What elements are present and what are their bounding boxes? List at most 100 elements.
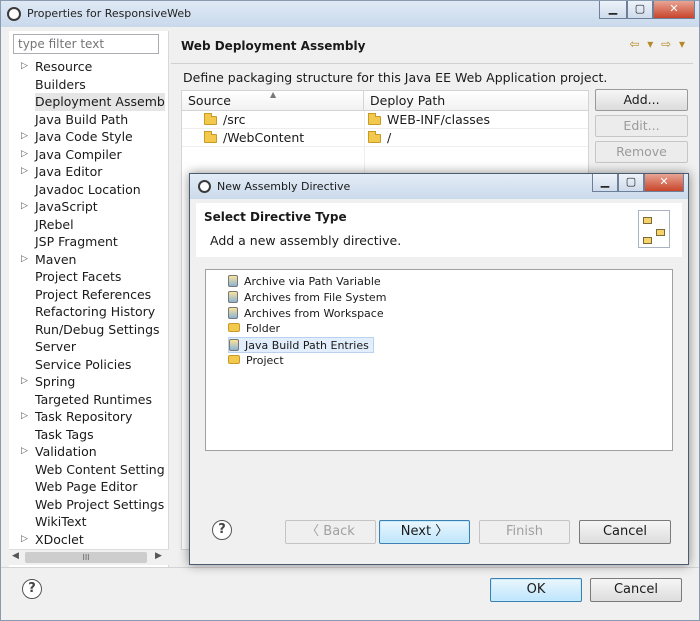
- tree-item-label: Run/Debug Settings: [35, 321, 160, 337]
- directive-list-item[interactable]: Folder: [228, 321, 284, 337]
- property-page-tree: ▷ Resource Builders Deployment Assemb Java B…: [9, 58, 169, 548]
- tree-item[interactable]: ▷ JavaScript: [9, 198, 169, 216]
- dialog-minimize-button[interactable]: ▁: [592, 174, 618, 192]
- tree-item[interactable]: Run/Debug Settings: [9, 321, 169, 339]
- table-row[interactable]: /src WEB-INF/classes: [182, 111, 588, 129]
- expand-arrow-icon[interactable]: ▷: [21, 251, 28, 269]
- tree-item[interactable]: Deployment Assemb: [9, 93, 169, 111]
- tree-item[interactable]: ▷ Validation: [9, 443, 169, 461]
- window-title: Properties for ResponsiveWeb: [27, 7, 192, 20]
- directive-list-item[interactable]: Archives from File System: [228, 290, 390, 306]
- directive-list-item[interactable]: Java Build Path Entries: [228, 337, 374, 354]
- directive-list-item[interactable]: Archives from Workspace: [228, 306, 388, 322]
- footer-divider: [1, 567, 699, 568]
- dialog-title-bar: New Assembly Directive ▁ ▢ ✕: [190, 174, 688, 199]
- tree-item[interactable]: Web Content Setting: [9, 461, 169, 479]
- directive-list-item[interactable]: Archive via Path Variable: [228, 274, 385, 290]
- folder-icon: [368, 131, 381, 143]
- tree-item[interactable]: Project References: [9, 286, 169, 304]
- tree-item-label: Task Tags: [35, 426, 94, 442]
- expand-arrow-icon[interactable]: ▷: [21, 443, 28, 461]
- scroll-right-arrow-icon[interactable]: ▶: [155, 551, 162, 561]
- expand-arrow-icon[interactable]: ▷: [21, 163, 28, 181]
- expand-arrow-icon[interactable]: ▷: [21, 146, 28, 164]
- directive-list-item[interactable]: Project: [228, 353, 288, 369]
- filter-input[interactable]: [13, 34, 159, 54]
- directive-label: Java Build Path Entries: [245, 339, 369, 353]
- expand-arrow-icon[interactable]: ▷: [21, 408, 28, 426]
- tree-horizontal-scrollbar[interactable]: ◀ III ▶: [9, 549, 169, 565]
- back-button[interactable]: 〈 Back: [285, 520, 376, 544]
- tree-item-label: Project Facets: [35, 269, 122, 284]
- close-button[interactable]: ✕: [653, 1, 695, 19]
- sort-ascending-icon: ▲: [270, 90, 277, 99]
- add-button[interactable]: Add...: [595, 89, 688, 111]
- tree-item[interactable]: Java Build Path: [9, 111, 169, 129]
- new-assembly-directive-dialog: New Assembly Directive ▁ ▢ ✕ Select Dire…: [189, 173, 689, 565]
- tree-item[interactable]: ▷ Spring: [9, 373, 169, 391]
- table-row[interactable]: /WebContent /: [182, 129, 588, 147]
- tree-item[interactable]: ▷ Maven: [9, 251, 169, 269]
- tree-item[interactable]: Web Page Editor: [9, 478, 169, 496]
- tree-item[interactable]: Server: [9, 338, 169, 356]
- project-icon: [228, 355, 240, 364]
- tree-item[interactable]: WikiText: [9, 513, 169, 531]
- ok-button[interactable]: OK: [490, 578, 582, 602]
- tree-item-label: Web Page Editor: [35, 479, 138, 494]
- edit-button[interactable]: Edit...: [595, 115, 688, 137]
- tree-item[interactable]: ▷ Java Code Style: [9, 128, 169, 146]
- tree-item[interactable]: ▷ Java Editor: [9, 163, 169, 181]
- folder-icon: [204, 113, 217, 125]
- directive-label: Project: [246, 354, 284, 367]
- tree-item-label: Resource: [35, 59, 93, 74]
- tree-item[interactable]: JSP Fragment: [9, 233, 169, 251]
- tree-item[interactable]: Builders: [9, 76, 169, 94]
- expand-arrow-icon[interactable]: ▷: [21, 531, 28, 549]
- history-nav-icons[interactable]: ⇦ ▾ ⇨ ▾: [629, 37, 687, 51]
- tree-item[interactable]: Web Project Settings: [9, 496, 169, 514]
- scroll-left-arrow-icon[interactable]: ◀: [12, 551, 19, 561]
- next-button[interactable]: Next 〉: [379, 520, 470, 544]
- tree-item[interactable]: Targeted Runtimes: [9, 391, 169, 409]
- tree-item[interactable]: ▷ Java Compiler: [9, 146, 169, 164]
- tree-item[interactable]: Service Policies: [9, 356, 169, 374]
- tree-item-label: JRebel: [35, 216, 74, 232]
- eclipse-icon: [198, 180, 211, 193]
- remove-button[interactable]: Remove: [595, 141, 688, 163]
- dialog-maximize-button[interactable]: ▢: [618, 174, 644, 192]
- expand-arrow-icon[interactable]: ▷: [21, 128, 28, 146]
- folder-icon: [204, 131, 217, 143]
- finish-button[interactable]: Finish: [479, 520, 570, 544]
- scroll-thumb[interactable]: III: [25, 552, 147, 563]
- tree-item-label: Maven: [35, 251, 77, 267]
- folder-icon: [368, 113, 381, 125]
- tree-item[interactable]: ▷ Resource: [9, 58, 169, 76]
- dialog-close-button[interactable]: ✕: [644, 174, 684, 192]
- deploy-path: /: [387, 130, 392, 145]
- cancel-button[interactable]: Cancel: [590, 578, 682, 602]
- expand-arrow-icon[interactable]: ▷: [21, 373, 28, 391]
- tree-item[interactable]: Project Facets: [9, 268, 169, 286]
- help-icon[interactable]: ?: [22, 579, 42, 599]
- dialog-cancel-button[interactable]: Cancel: [579, 520, 671, 544]
- expand-arrow-icon[interactable]: ▷: [21, 58, 28, 76]
- title-divider: [171, 63, 693, 64]
- maximize-button[interactable]: ▢: [627, 1, 653, 19]
- tree-item[interactable]: JRebel: [9, 216, 169, 234]
- tree-item-label: Service Policies: [35, 356, 132, 372]
- directive-label: Archives from Workspace: [244, 306, 384, 320]
- dialog-help-icon[interactable]: ?: [212, 520, 232, 540]
- tree-item[interactable]: Javadoc Location: [9, 181, 169, 199]
- tree-item[interactable]: Task Tags: [9, 426, 169, 444]
- tree-item-label: Validation: [35, 444, 97, 459]
- column-header-deploy-path[interactable]: Deploy Path: [364, 91, 588, 111]
- page-title: Web Deployment Assembly: [181, 39, 366, 53]
- minimize-button[interactable]: ▁: [599, 1, 627, 19]
- folder-icon: [228, 323, 240, 333]
- tree-item[interactable]: ▷ Task Repository: [9, 408, 169, 426]
- column-header-source[interactable]: Source ▲: [182, 90, 364, 111]
- tree-item[interactable]: Refactoring History: [9, 303, 169, 321]
- tree-item-label: WikiText: [35, 514, 87, 529]
- expand-arrow-icon[interactable]: ▷: [21, 198, 28, 216]
- tree-item[interactable]: ▷ XDoclet: [9, 531, 169, 549]
